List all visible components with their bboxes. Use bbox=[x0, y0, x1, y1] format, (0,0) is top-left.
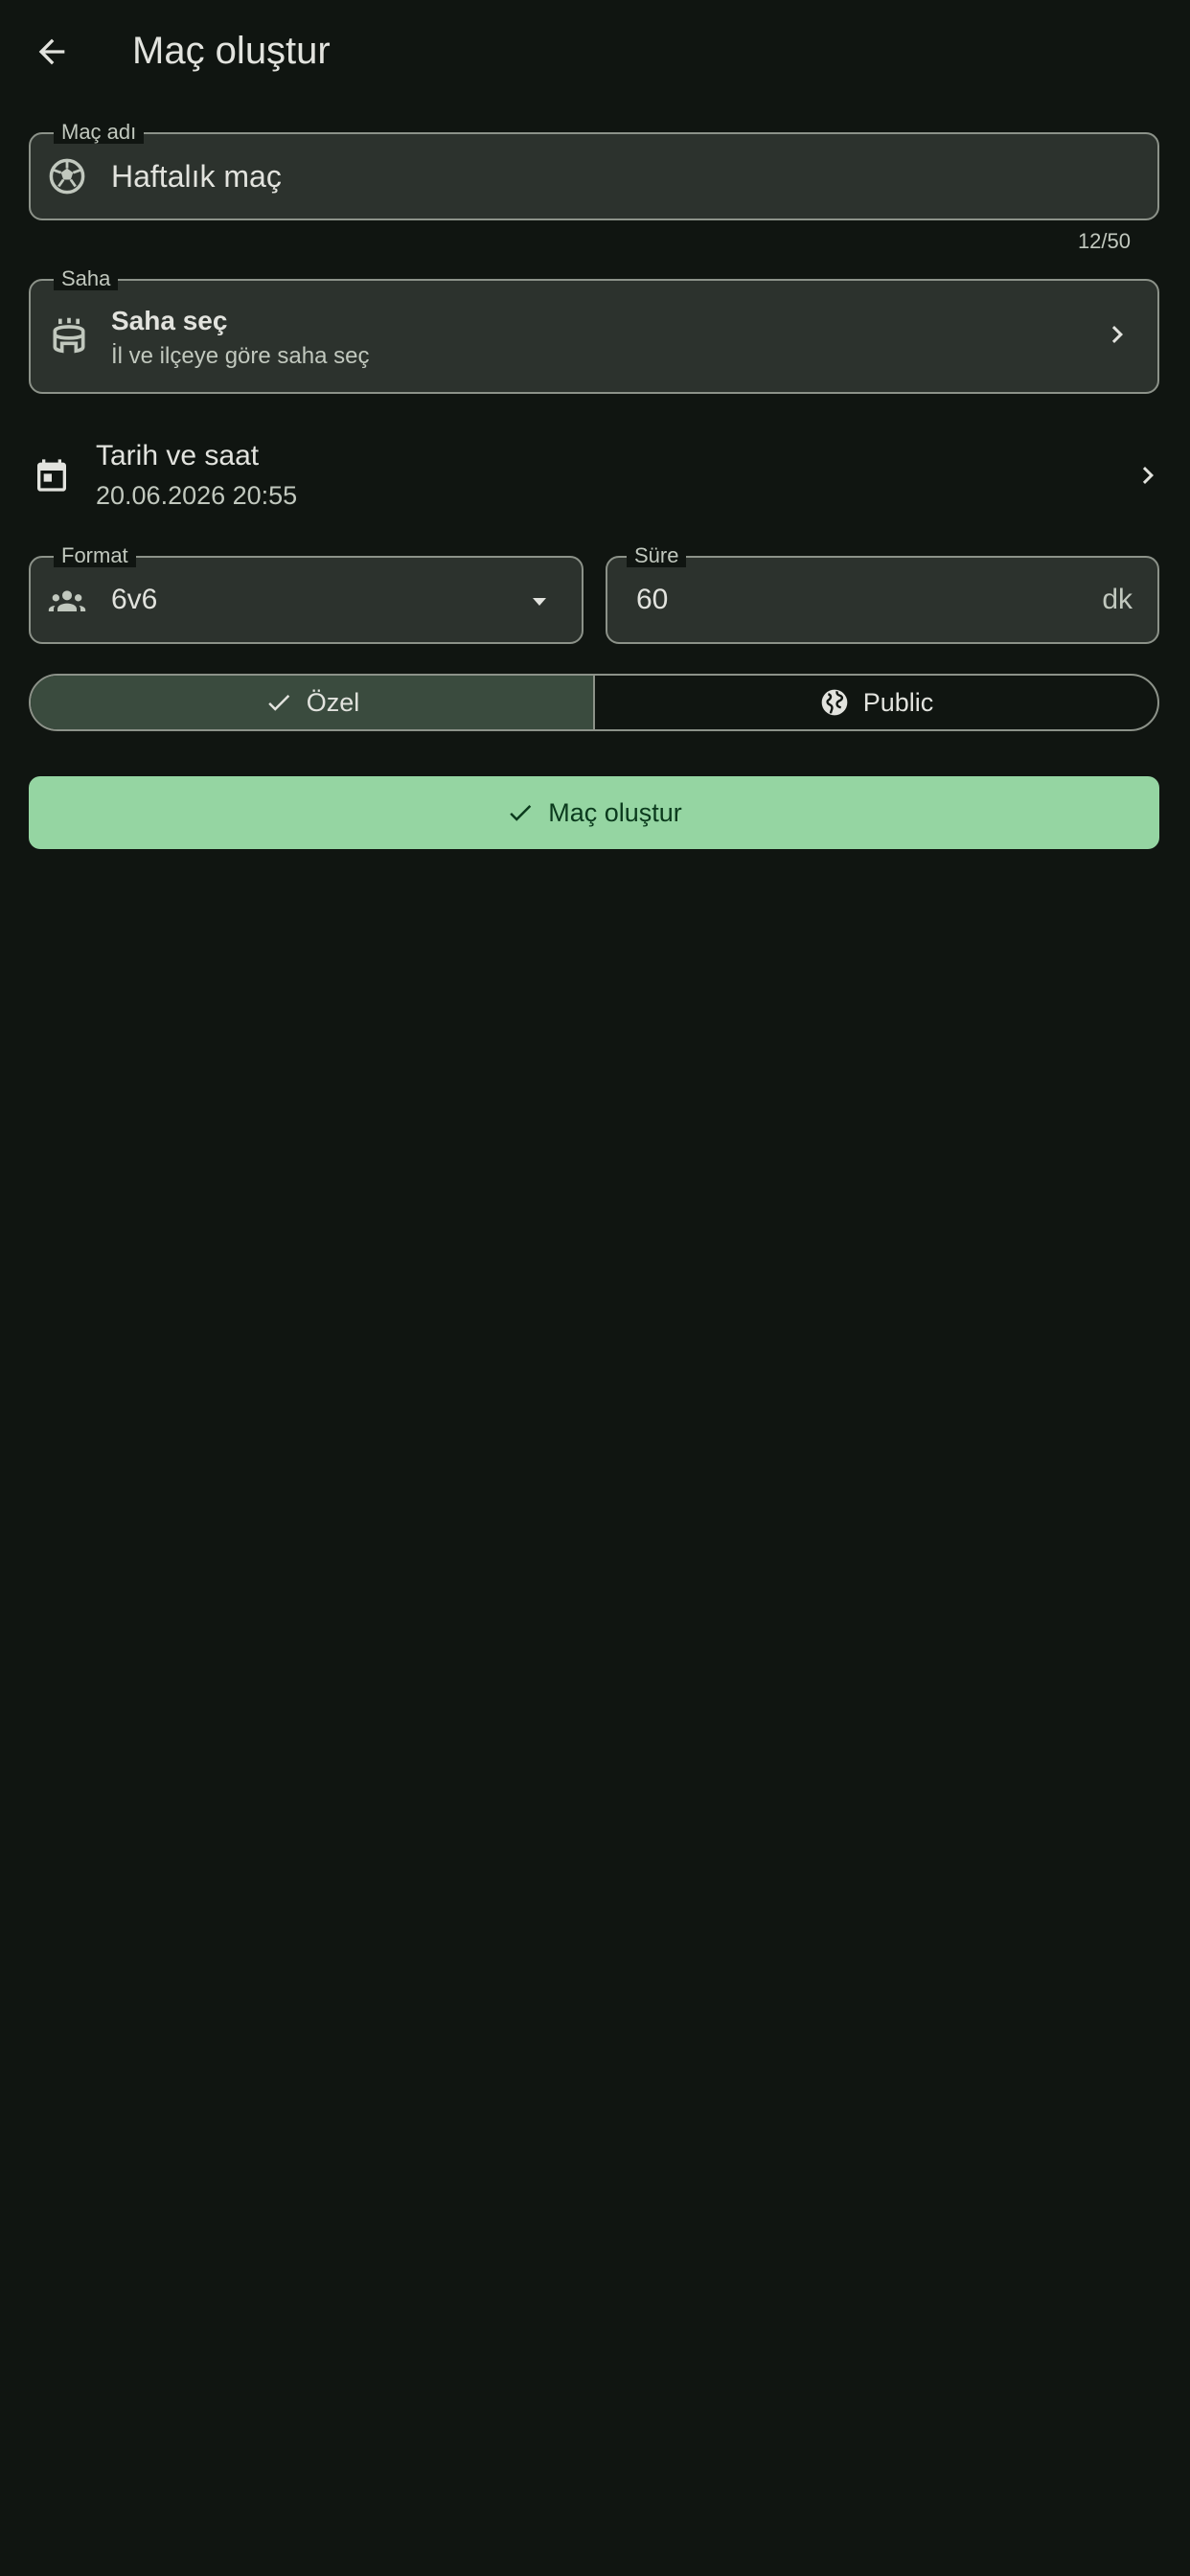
check-icon bbox=[267, 695, 289, 711]
soccer-ball-icon bbox=[46, 155, 88, 197]
match-name-field[interactable]: Maç adı Haftalık maç bbox=[29, 121, 1159, 220]
format-label: Format bbox=[54, 544, 136, 567]
match-name-label: Maç adı bbox=[54, 121, 145, 144]
group-icon bbox=[44, 581, 90, 623]
create-match-button[interactable]: Maç oluştur bbox=[29, 776, 1159, 849]
date-time-picker[interactable]: Tarih ve saat 20.06.2026 20:55 bbox=[29, 431, 1169, 523]
format-value: 6v6 bbox=[111, 584, 158, 615]
dropdown-arrow-icon bbox=[533, 598, 546, 606]
calendar-icon bbox=[29, 452, 75, 498]
pitch-label: Saha bbox=[54, 267, 119, 290]
stadium-icon bbox=[46, 313, 92, 359]
segment-private[interactable]: Özel bbox=[31, 676, 593, 729]
character-counter: 12/50 bbox=[1077, 229, 1131, 253]
duration-unit: dk bbox=[1102, 584, 1133, 615]
chevron-right-icon bbox=[1127, 454, 1169, 496]
match-name-input[interactable]: Haftalık maç bbox=[111, 155, 282, 197]
date-time-title: Tarih ve saat bbox=[96, 440, 260, 472]
pitch-selector[interactable]: Saha Saha seç İl ve ilçeye göre saha seç bbox=[29, 267, 1159, 394]
segment-public-label: Public bbox=[862, 687, 934, 717]
back-button[interactable] bbox=[27, 27, 77, 77]
duration-label: Süre bbox=[627, 544, 687, 567]
format-dropdown[interactable]: Format 6v6 bbox=[29, 544, 584, 644]
pitch-subtitle: İl ve ilçeye göre saha seç bbox=[111, 343, 370, 369]
chevron-right-icon bbox=[1096, 313, 1138, 356]
duration-field[interactable]: Süre 60 dk bbox=[606, 544, 1159, 644]
segment-public[interactable]: Public bbox=[593, 676, 1157, 729]
globe-icon bbox=[821, 689, 848, 716]
date-time-value: 20.06.2026 20:55 bbox=[96, 481, 298, 510]
check-icon bbox=[510, 805, 532, 821]
visibility-toggle: Özel Public bbox=[29, 674, 1159, 731]
app-bar: Maç oluştur bbox=[0, 0, 1190, 105]
duration-input[interactable]: 60 bbox=[636, 579, 668, 621]
create-match-label: Maç oluştur bbox=[548, 797, 682, 827]
segment-private-label: Özel bbox=[306, 687, 360, 717]
page-title: Maç oluştur bbox=[132, 30, 331, 72]
arrow-left-icon bbox=[38, 38, 65, 65]
pitch-title: Saha seç bbox=[111, 306, 228, 335]
